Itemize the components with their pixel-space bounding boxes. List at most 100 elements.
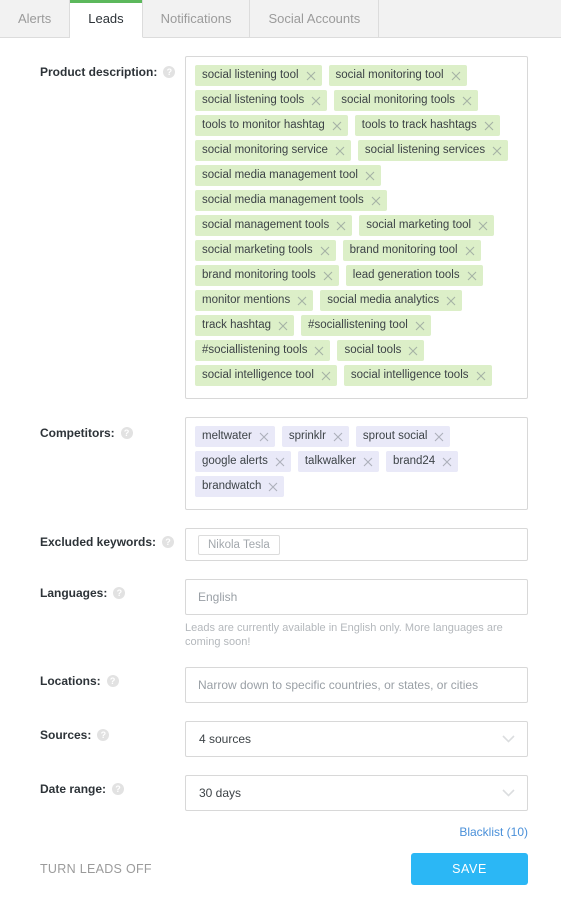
turn-leads-off-button[interactable]: TURN LEADS OFF: [40, 862, 152, 876]
remove-tag-icon[interactable]: [492, 146, 502, 156]
competitors-label-col: Competitors: ?: [40, 417, 185, 440]
tag-chip: brand24: [386, 451, 459, 472]
tag-label: brandwatch: [202, 480, 262, 492]
remove-tag-icon[interactable]: [278, 321, 288, 331]
excluded-keywords-input[interactable]: Nikola Tesla: [185, 528, 528, 561]
date-range-row: Date range: ? 30 days: [40, 775, 528, 811]
remove-tag-icon[interactable]: [332, 121, 342, 131]
tag-chip: lead generation tools: [345, 265, 483, 286]
help-icon[interactable]: ?: [113, 587, 126, 599]
tag-chip: social marketing tool: [359, 215, 495, 236]
help-icon[interactable]: ?: [162, 536, 175, 548]
tag-chip: sprout social: [355, 426, 451, 447]
sources-label: Sources:: [40, 728, 92, 742]
remove-tag-icon[interactable]: [311, 96, 321, 106]
tag-label: social intelligence tools: [350, 369, 469, 381]
remove-tag-icon[interactable]: [333, 432, 343, 442]
remove-tag-icon[interactable]: [314, 346, 324, 356]
sources-select[interactable]: 4 sources: [185, 721, 528, 757]
blacklist-link[interactable]: Blacklist (10): [459, 825, 528, 839]
remove-tag-icon[interactable]: [335, 146, 345, 156]
help-icon[interactable]: ?: [97, 729, 110, 741]
excluded-keywords-label-col: Excluded keywords: ?: [40, 528, 185, 549]
remove-tag-icon[interactable]: [321, 371, 331, 381]
tag-label: sprinklr: [288, 430, 326, 442]
tag-label: social listening tools: [202, 94, 305, 106]
remove-tag-icon[interactable]: [320, 246, 330, 256]
remove-tag-icon[interactable]: [323, 271, 333, 281]
remove-tag-icon[interactable]: [268, 482, 278, 492]
form-actions: TURN LEADS OFF SAVE: [0, 853, 561, 885]
languages-field-col: English Leads are currently available in…: [185, 579, 528, 649]
help-icon[interactable]: ?: [120, 427, 133, 439]
remove-tag-icon[interactable]: [365, 171, 375, 181]
remove-tag-icon[interactable]: [465, 246, 475, 256]
tag-chip: brand monitoring tools: [195, 265, 339, 286]
leads-settings-form: Product description: ? social listening …: [0, 56, 561, 811]
remove-tag-icon[interactable]: [484, 121, 494, 131]
tag-chip: google alerts: [195, 451, 291, 472]
tab-label: Alerts: [18, 11, 52, 26]
tag-chip: monitor mentions: [195, 290, 314, 311]
help-icon[interactable]: ?: [163, 66, 176, 78]
remove-tag-icon[interactable]: [442, 457, 452, 467]
remove-tag-icon[interactable]: [446, 296, 456, 306]
locations-input[interactable]: Narrow down to specific countries, or st…: [185, 667, 528, 703]
remove-tag-icon[interactable]: [434, 432, 444, 442]
remove-tag-icon[interactable]: [408, 346, 418, 356]
tag-label: meltwater: [202, 430, 252, 442]
tag-chip: brand monitoring tool: [342, 240, 481, 261]
product-description-field-col: social listening tool social monitoring t…: [185, 56, 528, 399]
remove-tag-icon[interactable]: [478, 221, 488, 231]
tag-chip: social monitoring tool: [328, 65, 467, 86]
tab-leads[interactable]: Leads: [70, 0, 143, 38]
remove-tag-icon[interactable]: [259, 432, 269, 442]
save-button[interactable]: SAVE: [411, 853, 528, 885]
tag-label: social media analytics: [327, 294, 440, 306]
tag-chip: social media management tools: [195, 190, 387, 211]
sources-row: Sources: ? 4 sources: [40, 721, 528, 757]
tag-label: social listening services: [364, 144, 486, 156]
remove-tag-icon[interactable]: [363, 457, 373, 467]
help-icon[interactable]: ?: [106, 675, 119, 687]
tag-label: social media management tools: [202, 194, 364, 206]
remove-tag-icon[interactable]: [476, 371, 486, 381]
remove-tag-icon[interactable]: [415, 321, 425, 331]
top-spacer: [0, 38, 561, 56]
chevron-down-icon: [502, 789, 515, 797]
remove-tag-icon[interactable]: [462, 96, 472, 106]
tab-notifications[interactable]: Notifications: [142, 0, 251, 37]
tag-label: social tools: [344, 344, 402, 356]
tag-chip: social intelligence tool: [195, 365, 337, 386]
date-range-select[interactable]: 30 days: [185, 775, 528, 811]
tab-social-accounts[interactable]: Social Accounts: [250, 0, 380, 37]
tag-chip: social monitoring service: [195, 140, 351, 161]
languages-input[interactable]: English: [185, 579, 528, 615]
tag-label: tools to monitor hashtag: [202, 119, 325, 131]
blacklist-row: Blacklist (10): [0, 825, 561, 839]
tag-label: monitor mentions: [202, 294, 291, 306]
tab-label: Leads: [88, 11, 124, 26]
tab-label: Social Accounts: [268, 11, 361, 26]
tag-chip: social monitoring tools: [334, 90, 479, 111]
competitors-row: Competitors: ? meltwater sprinklr sprout s…: [40, 417, 528, 510]
remove-tag-icon[interactable]: [275, 457, 285, 467]
remove-tag-icon[interactable]: [371, 196, 381, 206]
remove-tag-icon[interactable]: [306, 71, 316, 81]
competitors-tag-input[interactable]: meltwater sprinklr sprout social google ale…: [185, 417, 528, 510]
remove-tag-icon[interactable]: [336, 221, 346, 231]
product-description-tag-input[interactable]: social listening tool social monitoring t…: [185, 56, 528, 399]
remove-tag-icon[interactable]: [451, 71, 461, 81]
tag-chip: social tools: [337, 340, 425, 361]
competitors-label: Competitors:: [40, 426, 115, 440]
tag-chip: social listening services: [357, 140, 509, 161]
remove-tag-icon[interactable]: [297, 296, 307, 306]
tag-chip: social media management tool: [195, 165, 381, 186]
help-icon[interactable]: ?: [112, 783, 125, 795]
remove-tag-icon[interactable]: [467, 271, 477, 281]
tab-alerts[interactable]: Alerts: [0, 0, 71, 37]
tag-chip: tools to track hashtags: [354, 115, 500, 136]
